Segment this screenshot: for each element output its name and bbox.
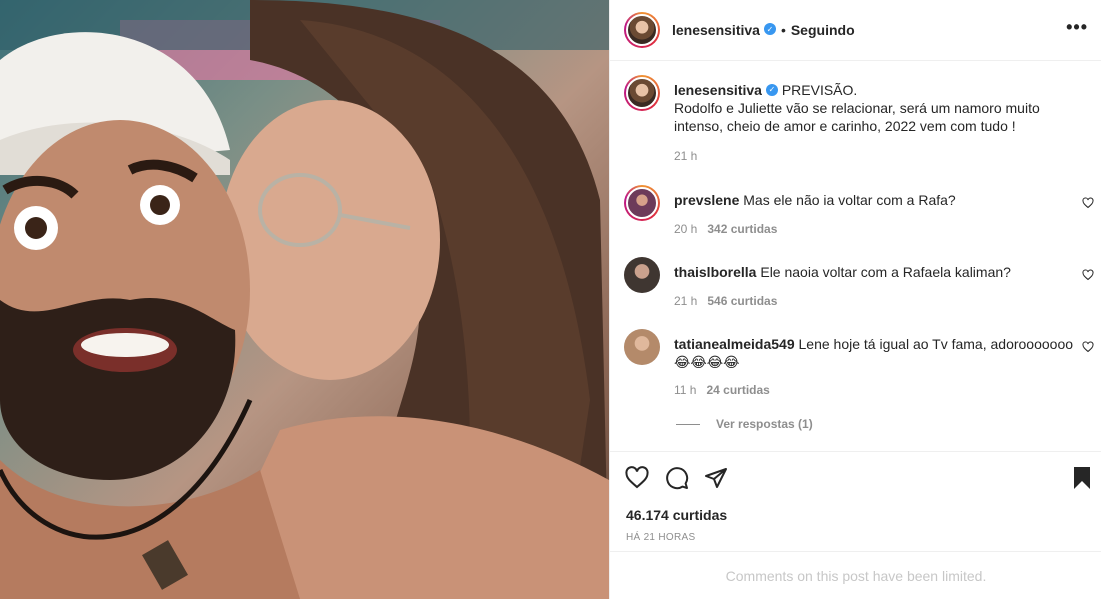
caption-username[interactable]: lenesensitiva	[674, 82, 762, 98]
verified-badge-icon: ✓	[763, 23, 776, 35]
caption-avatar[interactable]	[624, 75, 660, 111]
comment-avatar[interactable]	[624, 257, 660, 293]
post-header: lenesensitiva ✓ • Seguindo •••	[610, 0, 1101, 61]
caption-time[interactable]: 21 h	[674, 149, 697, 163]
comments-limited-notice: Comments on this post have been limited.	[610, 551, 1101, 599]
verified-badge-icon: ✓	[765, 84, 778, 97]
comment-likes[interactable]: 24 curtidas	[706, 383, 769, 397]
caption: lenesensitiva ✓ PREVISÃO. Rodolfo e Julie…	[624, 75, 1094, 185]
heart-icon[interactable]	[1082, 341, 1094, 353]
author-username[interactable]: lenesensitiva	[672, 22, 760, 38]
caption-text-2: Rodolfo e Juliette vão se relacionar, se…	[674, 100, 1040, 134]
comment-time[interactable]: 11 h	[674, 383, 696, 397]
heart-icon[interactable]	[1082, 269, 1094, 281]
comment-likes[interactable]: 546 curtidas	[707, 294, 777, 308]
comment-item: thaislborella Ele naoia voltar com a Raf…	[624, 257, 1094, 317]
caption-body: lenesensitiva ✓ PREVISÃO. Rodolfo e Julie…	[674, 81, 1084, 135]
author-info: lenesensitiva ✓ • Seguindo	[672, 22, 855, 38]
comment-meta: 11 h 24 curtidas	[674, 383, 770, 397]
comment-time[interactable]: 21 h	[674, 294, 697, 308]
post-photo[interactable]	[0, 0, 609, 599]
comment-icon[interactable]	[665, 466, 689, 490]
likes-count[interactable]: 46.174 curtidas	[626, 507, 727, 523]
comment-body: prevslene Mas ele não ia voltar com a Ra…	[674, 191, 1084, 209]
post-side-panel: lenesensitiva ✓ • Seguindo ••• lenesensi…	[609, 0, 1101, 599]
bookmark-icon[interactable]	[1070, 466, 1094, 490]
comment-username[interactable]: tatianealmeida549	[674, 336, 795, 352]
comment-avatar[interactable]	[624, 185, 660, 221]
caption-text: PREVISÃO.	[781, 82, 858, 98]
following-button[interactable]: Seguindo	[791, 22, 855, 38]
comment-avatar[interactable]	[624, 329, 660, 365]
comments-list: lenesensitiva ✓ PREVISÃO. Rodolfo e Julie…	[610, 61, 1101, 451]
comment-text: Ele naoia voltar com a Rafaela kaliman?	[760, 264, 1011, 280]
heart-icon[interactable]	[625, 466, 649, 490]
photo-illustration	[0, 0, 609, 599]
comment-username[interactable]: prevslene	[674, 192, 739, 208]
view-replies-button[interactable]: Ver respostas (1)	[676, 417, 813, 431]
more-options-icon[interactable]: •••	[1066, 18, 1088, 36]
comment-body: thaislborella Ele naoia voltar com a Raf…	[674, 263, 1084, 281]
comment-meta: 20 h 342 curtidas	[674, 222, 777, 236]
comment-time[interactable]: 20 h	[674, 222, 697, 236]
separator-dot: •	[780, 22, 786, 38]
comment-item: tatianealmeida549 Lene hoje tá igual ao …	[624, 329, 1094, 409]
comment-body: tatianealmeida549 Lene hoje tá igual ao …	[674, 335, 1084, 371]
instagram-post: lenesensitiva ✓ • Seguindo ••• lenesensi…	[0, 0, 1101, 599]
view-replies-label: Ver respostas (1)	[716, 417, 813, 431]
comment-username[interactable]: thaislborella	[674, 264, 756, 280]
comment-item: prevslene Mas ele não ia voltar com a Ra…	[624, 185, 1094, 245]
author-avatar[interactable]	[624, 12, 660, 48]
comment-text: Mas ele não ia voltar com a Rafa?	[743, 192, 956, 208]
heart-icon[interactable]	[1082, 197, 1094, 209]
post-time[interactable]: HÁ 21 HORAS	[626, 532, 695, 543]
replies-divider	[676, 423, 700, 425]
post-actions	[610, 451, 1101, 501]
comment-meta: 21 h 546 curtidas	[674, 294, 777, 308]
paper-plane-icon[interactable]	[704, 466, 728, 490]
caption-meta: 21 h	[674, 149, 697, 163]
comment-likes[interactable]: 342 curtidas	[707, 222, 777, 236]
